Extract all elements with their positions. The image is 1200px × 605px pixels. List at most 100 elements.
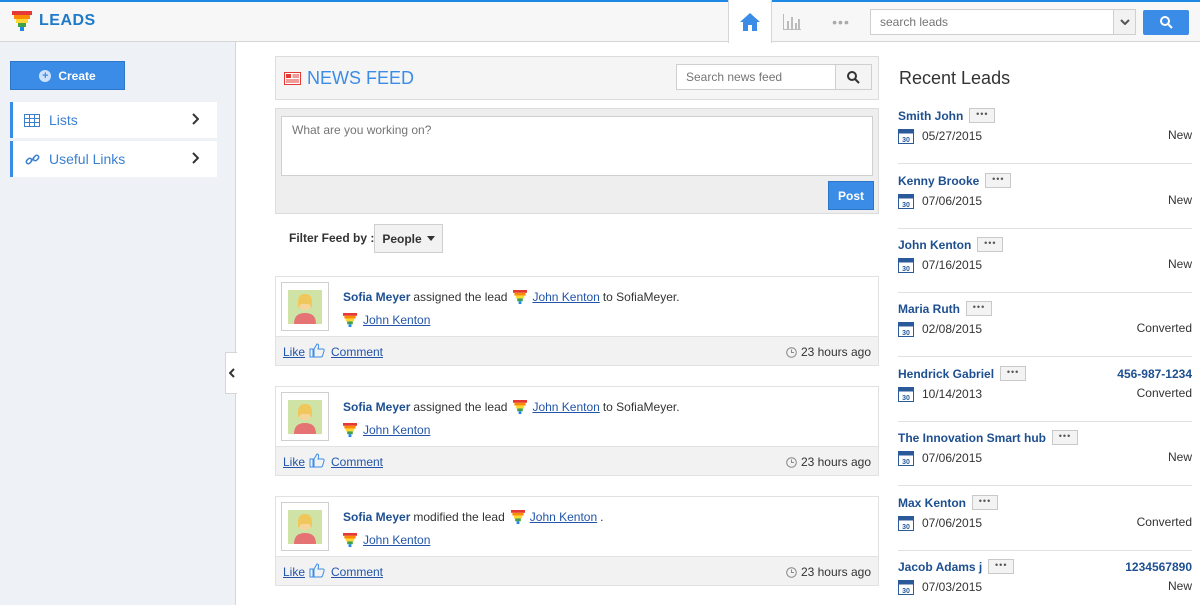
post-author-link[interactable]: Sofia Meyer xyxy=(343,400,410,414)
bar-chart-icon xyxy=(783,14,801,30)
lead-name-link[interactable]: The Innovation Smart hub xyxy=(898,431,1046,445)
brand[interactable]: LEADS xyxy=(12,11,96,31)
calendar-icon: 30 xyxy=(898,129,914,144)
top-bar: LEADS ••• xyxy=(0,0,1200,43)
lead-actions-button[interactable]: ••• xyxy=(966,301,993,316)
user-avatar-icon xyxy=(288,289,322,324)
feed-search-input[interactable] xyxy=(677,65,833,89)
post-author-link[interactable]: Sofia Meyer xyxy=(343,290,410,304)
like-link[interactable]: Like xyxy=(283,345,305,359)
comment-link[interactable]: Comment xyxy=(331,455,383,469)
search-icon xyxy=(1159,16,1173,29)
clock-icon xyxy=(786,456,797,468)
recent-lead-item: Max Kenton ••• 30 07/06/2015 Converted xyxy=(898,487,1192,551)
lead-name-link[interactable]: Smith John xyxy=(898,109,963,123)
lead-actions-button[interactable]: ••• xyxy=(1052,430,1079,445)
post-suffix: to SofiaMeyer. xyxy=(602,400,680,414)
recent-lead-item: John Kenton ••• 30 07/16/2015 New xyxy=(898,229,1192,293)
lead-search-input[interactable] xyxy=(871,10,1111,34)
lead-name-link[interactable]: Hendrick Gabriel xyxy=(898,367,994,381)
avatar[interactable] xyxy=(281,502,329,551)
post-footer: Like Comment 23 hours ago xyxy=(276,556,878,585)
news-feed-header: NEWS FEED xyxy=(275,56,879,100)
post-author-link[interactable]: Sofia Meyer xyxy=(343,510,410,524)
status-update-input[interactable] xyxy=(281,116,873,176)
lead-name-row: Max Kenton ••• xyxy=(898,495,999,510)
calendar-icon: 30 xyxy=(898,258,914,273)
more-menu-icon[interactable]: ••• xyxy=(826,14,856,30)
compose-box: Post xyxy=(275,108,879,214)
lead-actions-button[interactable]: ••• xyxy=(972,495,999,510)
lead-link[interactable]: John Kenton xyxy=(532,290,599,304)
avatar[interactable] xyxy=(281,282,329,331)
lead-date-row: 30 07/16/2015 xyxy=(898,257,982,273)
lead-date-row: 30 07/06/2015 xyxy=(898,193,982,209)
lead-actions-button[interactable]: ••• xyxy=(988,559,1015,574)
lead-date: 05/27/2015 xyxy=(922,129,983,143)
comment-link[interactable]: Comment xyxy=(331,345,383,359)
post-text: Sofia Meyer assigned the lead John Kento… xyxy=(343,290,680,304)
lead-link[interactable]: John Kenton xyxy=(363,313,430,327)
lead-name-link[interactable]: Kenny Brooke xyxy=(898,174,979,188)
thumbs-up-icon[interactable] xyxy=(309,343,325,358)
list-grid-icon xyxy=(24,113,40,127)
recent-lead-item: Jacob Adams j ••• 1234567890 30 07/03/20… xyxy=(898,551,1192,605)
filter-feed-dropdown[interactable]: People xyxy=(374,224,443,253)
lead-name-link[interactable]: Jacob Adams j xyxy=(898,560,982,574)
lead-name-link[interactable]: John Kenton xyxy=(898,238,971,252)
lead-funnel-icon xyxy=(510,510,525,524)
reports-button[interactable] xyxy=(780,12,804,32)
lead-actions-button[interactable]: ••• xyxy=(1000,366,1027,381)
lead-status: New xyxy=(1167,128,1192,142)
lead-name-link[interactable]: Maria Ruth xyxy=(898,302,960,316)
lead-link[interactable]: John Kenton xyxy=(363,533,430,547)
lead-funnel-icon xyxy=(513,290,528,304)
like-link[interactable]: Like xyxy=(283,455,305,469)
create-button[interactable]: + Create xyxy=(10,61,125,90)
home-button[interactable] xyxy=(728,0,772,43)
sidebar-collapse-toggle[interactable] xyxy=(225,352,237,394)
lead-date: 02/08/2015 xyxy=(922,322,983,336)
post-time: 23 hours ago xyxy=(800,455,871,469)
feed-post: Sofia Meyer modified the lead John Kento… xyxy=(275,496,879,586)
lead-link[interactable]: John Kenton xyxy=(530,510,597,524)
app-title: LEADS xyxy=(39,12,96,29)
lead-name-link[interactable]: Max Kenton xyxy=(898,496,966,510)
lead-name-row: Jacob Adams j ••• xyxy=(898,559,1015,574)
calendar-day: 30 xyxy=(902,588,910,595)
news-feed-title: NEWS FEED xyxy=(284,68,414,89)
lead-name-row: Hendrick Gabriel ••• xyxy=(898,366,1027,381)
caret-down-icon xyxy=(426,236,435,241)
sidebar: + Create Lists Useful Links xyxy=(0,42,236,605)
plus-circle-icon: + xyxy=(39,69,52,82)
lead-date-row: 30 07/06/2015 xyxy=(898,515,982,531)
like-link[interactable]: Like xyxy=(283,565,305,579)
sidebar-item-label: Useful Links xyxy=(49,151,126,167)
lead-actions-button[interactable]: ••• xyxy=(977,237,1004,252)
thumbs-up-icon[interactable] xyxy=(309,563,325,578)
sidebar-item-lists[interactable]: Lists xyxy=(10,102,217,138)
post-button[interactable]: Post xyxy=(828,181,874,210)
lead-link[interactable]: John Kenton xyxy=(363,423,430,437)
filter-feed-label: Filter Feed by : xyxy=(289,231,375,245)
lead-name-row: Smith John ••• xyxy=(898,108,996,123)
comment-link[interactable]: Comment xyxy=(331,565,383,579)
recent-lead-item: The Innovation Smart hub ••• 30 07/06/20… xyxy=(898,422,1192,486)
search-scope-dropdown[interactable] xyxy=(1113,10,1135,34)
user-avatar-icon xyxy=(288,399,322,434)
lead-link[interactable]: John Kenton xyxy=(532,400,599,414)
avatar[interactable] xyxy=(281,392,329,441)
feed-search-button[interactable] xyxy=(836,64,872,90)
sidebar-item-useful-links[interactable]: Useful Links xyxy=(10,141,217,177)
lead-date-row: 30 07/06/2015 xyxy=(898,450,982,466)
lead-date: 07/16/2015 xyxy=(922,258,983,272)
lead-actions-button[interactable]: ••• xyxy=(985,173,1012,188)
sidebar-item-label: Lists xyxy=(49,112,78,128)
calendar-icon: 30 xyxy=(898,194,914,209)
calendar-day: 30 xyxy=(902,266,910,273)
lead-actions-button[interactable]: ••• xyxy=(969,108,996,123)
thumbs-up-icon[interactable] xyxy=(309,453,325,468)
home-icon xyxy=(740,12,760,31)
calendar-icon: 30 xyxy=(898,451,914,466)
lead-search-button[interactable] xyxy=(1143,10,1189,35)
